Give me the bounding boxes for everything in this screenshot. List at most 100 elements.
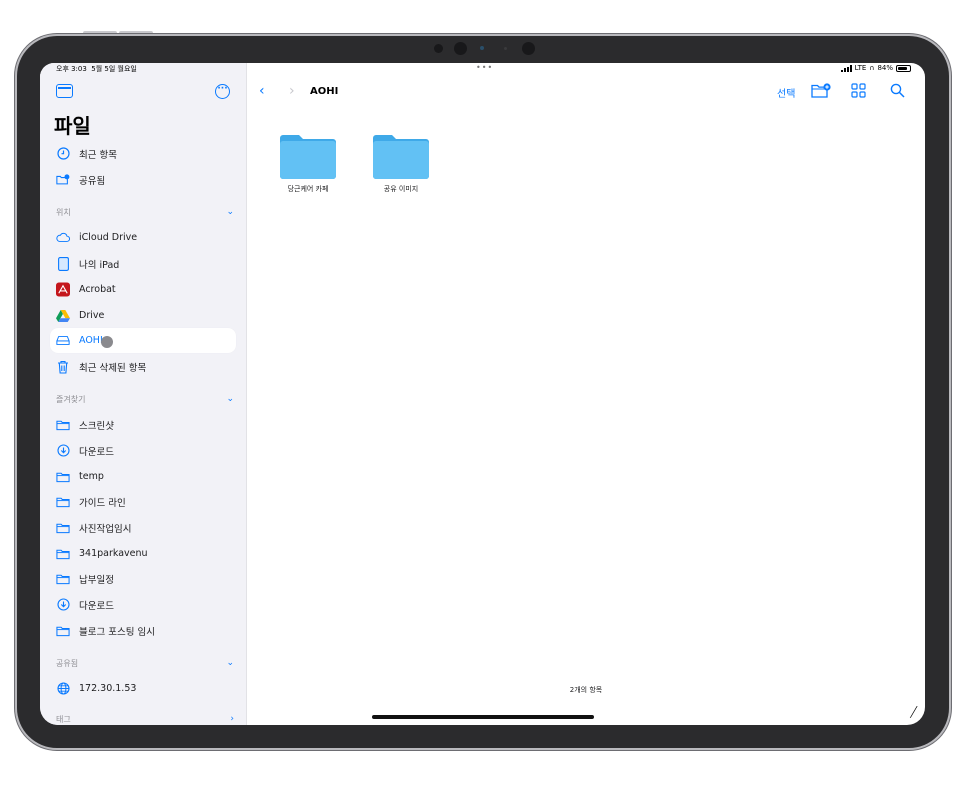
clock-icon (56, 147, 70, 161)
select-button[interactable]: 선택 (777, 85, 795, 100)
chevron-right-icon[interactable]: › (230, 714, 234, 725)
sidebar-item-acrobat[interactable]: Acrobat (50, 277, 236, 302)
sidebar-item-google-drive[interactable]: Drive (50, 303, 236, 328)
sidebar-item-shared[interactable]: 공유됨 (50, 167, 236, 192)
folder-label: 공유 이미지 (383, 185, 419, 193)
section-header-label: 즐겨찾기 (56, 395, 86, 404)
folder-icon (56, 572, 70, 586)
item-count: 2개의 항목 (569, 686, 603, 694)
headphones-icon: ∩ (869, 64, 875, 72)
section-header-label: 공유됨 (56, 659, 79, 668)
battery-icon (896, 64, 911, 72)
sidebar-item-favorite[interactable]: 341parkavenu (50, 541, 236, 566)
network-type: LTE (854, 64, 867, 72)
sidebar-item-aohi[interactable]: AOHI (50, 328, 236, 353)
multitasking-dots-icon[interactable]: ••• (476, 63, 493, 72)
sidebar-item-label: 최근 항목 (79, 149, 117, 161)
sidebar-item-label: 공유됨 (79, 175, 106, 187)
sidebar-item-favorite[interactable]: 납부일정 (50, 566, 236, 591)
status-bar: 오후 3:03 5월 5일 월요일 ••• LTE ∩ 84% (40, 63, 925, 75)
page-title: 파일 (54, 114, 91, 138)
folder-title: AOHI (310, 86, 339, 97)
section-header-label: 위치 (56, 208, 71, 217)
acrobat-icon (56, 282, 70, 297)
folder-icon (56, 495, 70, 509)
sidebar-item-recently-deleted[interactable]: 최근 삭제된 항목 (50, 354, 236, 379)
section-header-tags[interactable]: 태그 › (56, 714, 234, 725)
sidebar-item-label: iCloud Drive (79, 232, 138, 243)
folder-item[interactable]: 공유 이미지 (361, 134, 441, 194)
sidebar-item-label: AOHI (79, 335, 103, 346)
sidebar-item-favorite[interactable]: 다운로드 (50, 592, 236, 617)
sidebar-item-network-server[interactable]: 172.30.1.53 (50, 676, 236, 701)
cloud-icon (56, 231, 70, 245)
sidebar-item-label: 납부일정 (79, 574, 114, 586)
sidebar-item-label: 스크린샷 (79, 420, 114, 432)
section-header-label: 태그 (56, 715, 71, 724)
status-date: 5월 5일 월요일 (91, 65, 137, 73)
sensor-icon (434, 44, 443, 53)
status-time: 오후 3:03 5월 5일 월요일 (56, 64, 137, 74)
sidebar-item-label: 다운로드 (79, 600, 114, 612)
download-icon (56, 598, 70, 612)
sidebar-item-label: 가이드 라인 (79, 497, 126, 509)
sidebar-item-favorite[interactable]: 사진작업임시 (50, 515, 236, 540)
ipad-icon (56, 256, 70, 271)
sensor-icon (504, 47, 507, 50)
view-grid-icon[interactable] (851, 83, 866, 101)
folder-icon (56, 624, 70, 638)
sidebar-item-icloud-drive[interactable]: iCloud Drive (50, 225, 236, 250)
home-indicator[interactable] (372, 715, 594, 719)
section-header-favorites[interactable]: 즐겨찾기 ⌄ (56, 394, 234, 405)
back-chevron-icon[interactable]: ‹ (259, 83, 265, 99)
sidebar-item-label: 나의 iPad (79, 259, 120, 271)
status-indicators: LTE ∩ 84% (840, 64, 911, 72)
sidebar-item-label: 다운로드 (79, 446, 114, 458)
sidebar-item-favorite[interactable]: 다운로드 (50, 438, 236, 463)
sidebar: ··· 파일 최근 항목 공유됨 위치 ⌄ iCloud Drive 나의 iP… (40, 63, 247, 725)
more-options-icon[interactable]: ··· (215, 84, 230, 99)
pencil-scribble-icon: ⟋ (907, 704, 921, 722)
search-icon[interactable] (890, 83, 905, 101)
sidebar-item-label: 최근 삭제된 항목 (79, 362, 147, 374)
sidebar-toggle-icon[interactable] (56, 84, 73, 98)
chevron-down-icon[interactable]: ⌄ (226, 207, 234, 218)
camera-icon (454, 42, 467, 55)
google-drive-icon (56, 309, 70, 323)
sidebar-item-favorite[interactable]: 가이드 라인 (50, 489, 236, 514)
sidebar-item-label: 172.30.1.53 (79, 683, 137, 694)
camera-icon (522, 42, 535, 55)
sidebar-item-my-ipad[interactable]: 나의 iPad (50, 251, 236, 276)
forward-chevron-icon[interactable]: › (289, 83, 295, 99)
chevron-down-icon[interactable]: ⌄ (226, 394, 234, 405)
pointer-cursor (101, 336, 113, 348)
main-content: ‹ › AOHI 선택 당근케어 카페 공유 이미지 2개의 항목 ⟋ (247, 63, 925, 725)
new-folder-icon[interactable] (811, 83, 831, 101)
globe-icon (56, 682, 70, 696)
folder-icon (56, 418, 70, 432)
drive-disk-icon (56, 334, 70, 348)
folder-icon (56, 521, 70, 535)
sidebar-item-favorite[interactable]: temp (50, 464, 236, 489)
camera-bar (430, 41, 540, 57)
sidebar-item-favorite[interactable]: 스크린샷 (50, 412, 236, 437)
section-header-locations[interactable]: 위치 ⌄ (56, 207, 234, 218)
folder-item[interactable]: 당근케어 카페 (268, 134, 348, 194)
sidebar-item-label: 블로그 포스팅 임시 (79, 626, 155, 638)
sidebar-item-label: Acrobat (79, 284, 116, 295)
status-clock: 오후 3:03 (56, 65, 87, 73)
cellular-signal-icon (840, 64, 852, 72)
sidebar-item-recents[interactable]: 최근 항목 (50, 141, 236, 166)
shared-folder-icon (56, 173, 70, 187)
download-icon (56, 444, 70, 458)
screen: ··· 파일 최근 항목 공유됨 위치 ⌄ iCloud Drive 나의 iP… (40, 63, 925, 725)
battery-percentage: 84% (877, 64, 893, 72)
folder-icon (56, 470, 70, 484)
sidebar-item-label: 사진작업임시 (79, 523, 132, 535)
chevron-down-icon[interactable]: ⌄ (226, 658, 234, 669)
section-header-shared[interactable]: 공유됨 ⌄ (56, 658, 234, 669)
folder-icon (56, 547, 70, 561)
sidebar-item-favorite[interactable]: 블로그 포스팅 임시 (50, 618, 236, 643)
sidebar-item-label: temp (79, 471, 104, 482)
trash-icon (56, 360, 70, 374)
